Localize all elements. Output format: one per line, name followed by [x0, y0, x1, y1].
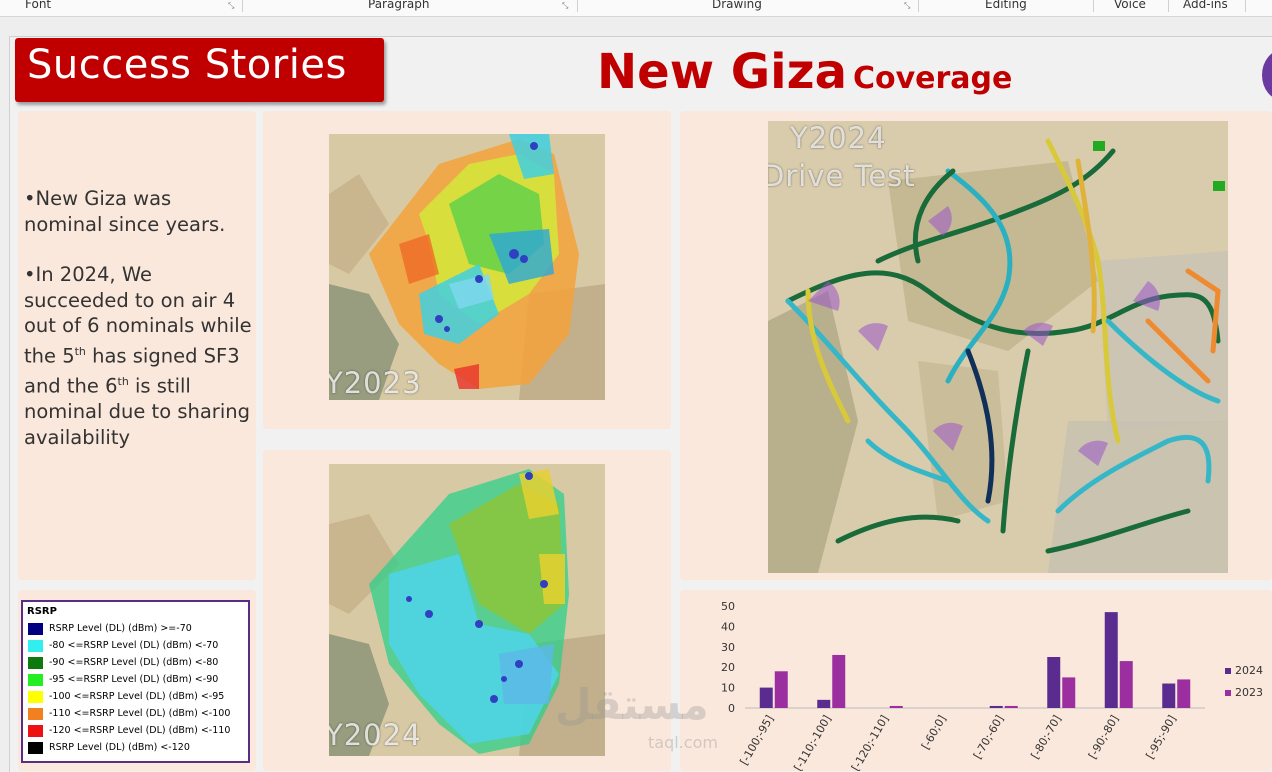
legend-swatch [28, 708, 43, 720]
bar-2024-6 [1104, 612, 1118, 708]
y-tick-label: 20 [721, 661, 735, 674]
drive-test-year-label: Y2024 [790, 121, 887, 155]
ribbon-separator [577, 0, 578, 12]
legend-title: RSRP [27, 606, 57, 617]
y-tick-label: 40 [721, 620, 735, 633]
slide-title-sub: Coverage [852, 61, 1013, 96]
bar-2023-2 [889, 705, 903, 708]
x-tick-label: [-110;-100] [791, 713, 833, 771]
y-tick-label: 50 [721, 600, 735, 613]
bar-2023-4 [1004, 705, 1018, 708]
legend-swatch [28, 691, 43, 703]
slide-title-main: New Giza [597, 44, 847, 100]
ribbon-separator [918, 0, 919, 12]
chart-legend-swatch [1225, 690, 1231, 696]
bar-2023-5 [1062, 677, 1076, 708]
ribbon-group-font[interactable]: Font [25, 0, 51, 13]
legend-swatch [28, 742, 43, 754]
bar-2024-1 [817, 699, 831, 708]
ribbon-group-drawing[interactable]: Drawing [712, 0, 762, 13]
watermark-url: taql.com [648, 733, 718, 752]
chart-legend-label: 2023 [1235, 686, 1263, 699]
bar-2023-7 [1177, 679, 1191, 708]
font-dialog-launcher-icon[interactable]: ⤡ [228, 1, 234, 11]
legend-label: RSRP Level (DL) (dBm) <-120 [49, 742, 190, 753]
bar-2023-0 [774, 671, 788, 708]
bar-2023-1 [832, 654, 846, 708]
x-tick-label: [-120;-110] [849, 713, 891, 771]
banner-box[interactable]: Success Stories [15, 38, 384, 102]
drive-test-map[interactable]: Y2024 Drive Test [768, 121, 1228, 573]
rsrp-legend[interactable]: RSRP RSRP Level (DL) (dBm) >=-70 -80 <=R… [21, 600, 250, 763]
legend-label: -95 <=RSRP Level (DL) (dBm) <-90 [49, 674, 219, 685]
x-tick-label: [-90;-80] [1086, 713, 1121, 761]
x-tick-label: [-80;-70] [1028, 713, 1063, 761]
legend-swatch [28, 640, 43, 652]
ribbon-bar: Font ⤡ Paragraph ⤡ Drawing ⤡ Editing Voi… [0, 0, 1272, 17]
legend-label: -80 <=RSRP Level (DL) (dBm) <-70 [49, 640, 219, 651]
x-tick-label: [-70;-60] [971, 713, 1006, 761]
ribbon-separator [1168, 0, 1169, 12]
bar-2024-0 [759, 687, 773, 708]
legend-swatch [28, 657, 43, 669]
legend-swatch [28, 623, 43, 635]
ribbon-separator [1245, 0, 1246, 12]
drawing-dialog-launcher-icon[interactable]: ⤡ [904, 1, 910, 11]
slide-title[interactable]: New Giza Coverage [597, 44, 1012, 100]
legend-label: -120 <=RSRP Level (DL) (dBm) <-110 [49, 725, 231, 736]
ribbon-group-editing[interactable]: Editing [985, 0, 1027, 13]
paragraph-dialog-launcher-icon[interactable]: ⤡ [562, 1, 568, 11]
legend-label: RSRP Level (DL) (dBm) >=-70 [49, 623, 192, 634]
bullet-2-sup-1: th [74, 344, 86, 358]
legend-label: -90 <=RSRP Level (DL) (dBm) <-80 [49, 657, 219, 668]
ribbon-group-voice[interactable]: Voice [1114, 0, 1146, 13]
legend-swatch [28, 674, 43, 686]
ribbon-group-addins[interactable]: Add-ins [1183, 0, 1228, 13]
map-2024-year-label: Y2024 [329, 718, 422, 752]
y-tick-label: 0 [728, 702, 735, 715]
bullet-text-box[interactable]: •New Giza was nominal since years. •In 2… [24, 186, 252, 450]
x-tick-label: [-60;0] [919, 713, 949, 752]
map-2023-year-label: Y2023 [329, 366, 422, 400]
banner-title: Success Stories [27, 42, 347, 88]
coverage-map-2023[interactable]: Y2023 [329, 134, 605, 400]
bullet-2: •In 2024, We succeeded to on air 4 out o… [24, 262, 252, 450]
chart-legend-swatch [1225, 668, 1231, 674]
y-tick-label: 30 [721, 641, 735, 654]
y-tick-label: 10 [721, 682, 735, 695]
rsrp-comparison-chart[interactable]: 0 10 20 30 40 50 [-100;-95] [-110;-100] [-120;-1… [680, 590, 1272, 771]
chart-legend-label: 2024 [1235, 664, 1263, 677]
ribbon-separator [1093, 0, 1094, 12]
x-tick-label: [-100;-95] [737, 713, 776, 767]
legend-swatch [28, 725, 43, 737]
bullet-1: •New Giza was nominal since years. [24, 187, 226, 236]
drive-test-title-label: Drive Test [768, 159, 916, 193]
ribbon-group-paragraph[interactable]: Paragraph [368, 0, 429, 13]
ribbon-separator [242, 0, 243, 12]
bar-2024-5 [1047, 657, 1061, 708]
bar-2023-6 [1119, 661, 1133, 708]
watermark-logo: مستقل [555, 680, 709, 729]
bar-2024-4 [989, 705, 1003, 708]
x-tick-label: [-95;-90] [1143, 713, 1178, 761]
bar-2024-7 [1162, 683, 1176, 708]
bullet-2-sup-2: th [117, 375, 129, 389]
legend-label: -100 <=RSRP Level (DL) (dBm) <-95 [49, 691, 225, 702]
legend-label: -110 <=RSRP Level (DL) (dBm) <-100 [49, 708, 231, 719]
